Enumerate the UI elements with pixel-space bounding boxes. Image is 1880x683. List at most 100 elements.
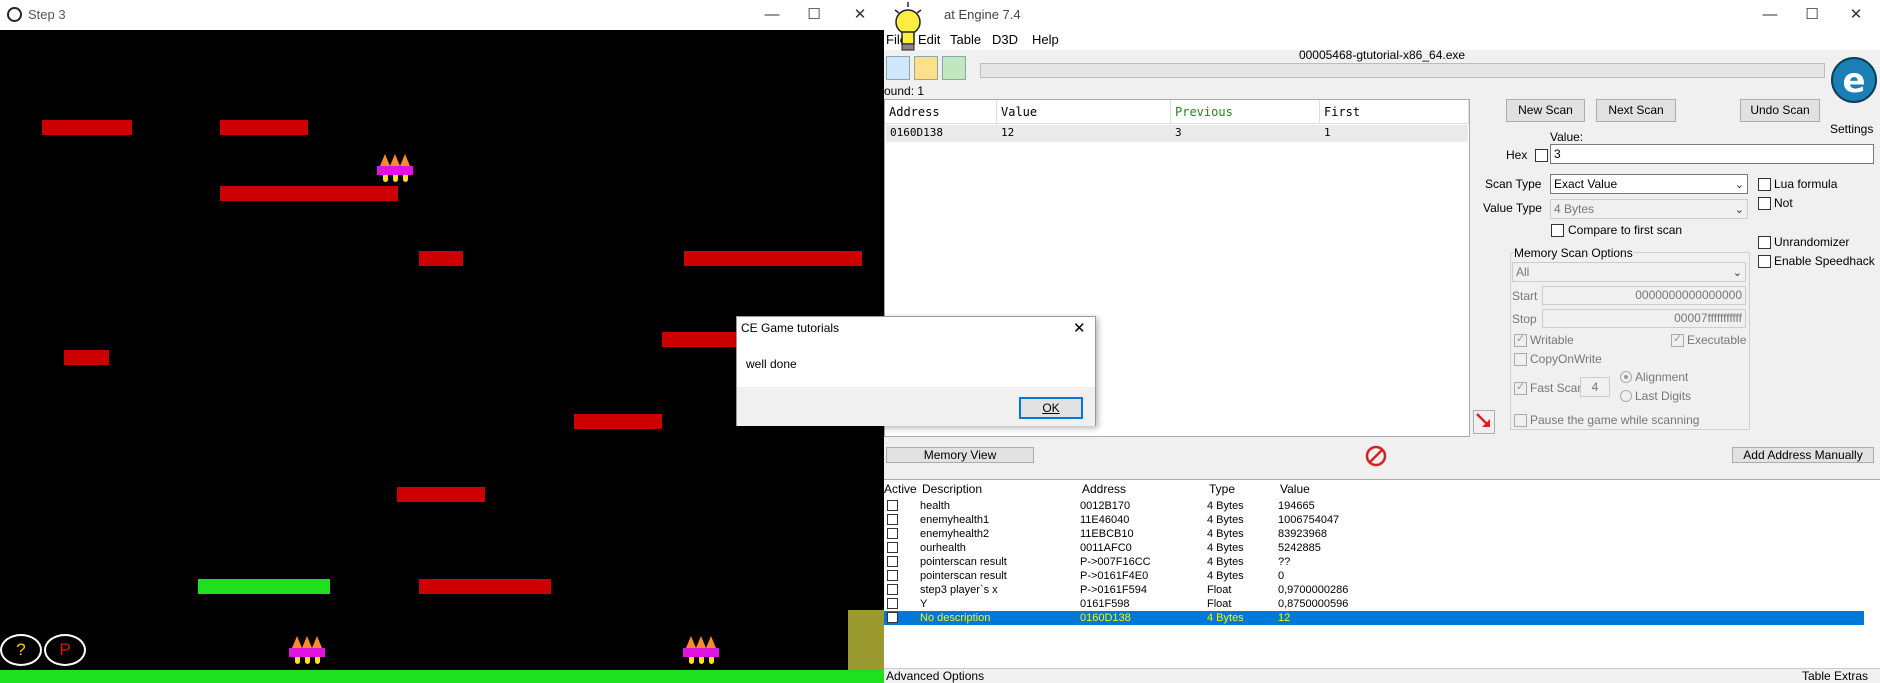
active-checkbox[interactable] [887,514,898,525]
result-row[interactable]: 0160D138 12 3 1 [886,125,1468,142]
pause-game-label: Pause the game while scanning [1530,413,1700,427]
address-row-selected[interactable]: No description 0160D138 4 Bytes 12 [884,611,1864,625]
add-to-list-arrow-button[interactable] [1473,410,1495,434]
speedhack-checkbox[interactable] [1758,255,1771,268]
speedhack-label: Enable Speedhack [1774,254,1875,268]
active-checkbox[interactable] [887,556,898,567]
minimize-icon[interactable]: — [750,2,794,28]
address-row[interactable]: ourhealth 0011AFC0 4 Bytes 5242885 [884,541,1864,555]
writable-checkbox[interactable] [1514,332,1527,347]
row-description: No description [920,612,991,624]
chevron-down-icon: ⌄ [1734,204,1744,216]
active-checkbox[interactable] [887,500,898,511]
compare-first-checkbox[interactable] [1551,224,1564,237]
result-first: 1 [1324,126,1331,139]
game-window-title: Step 3 [28,7,66,22]
last-digits-radio[interactable] [1620,390,1632,402]
unrandomizer-label: Unrandomizer [1774,235,1850,249]
menu-table[interactable]: Table [950,32,981,47]
fast-scan-input[interactable]: 4 [1580,377,1610,397]
address-list[interactable]: Active Description Address Type Value he… [884,479,1880,668]
menu-bar: File Edit Table D3D Help [884,30,1880,50]
row-value: 5242885 [1278,542,1321,554]
open-process-icon[interactable] [886,56,910,80]
exit-door [848,610,884,670]
row-description: pointerscan result [920,556,1007,568]
maximize-icon[interactable]: ☐ [792,2,836,28]
menu-d3d[interactable]: D3D [992,32,1018,47]
arrow-down-right-icon [1476,413,1490,427]
active-checkbox[interactable] [887,612,898,623]
pause-game-checkbox[interactable] [1514,414,1527,427]
scan-type-label: Scan Type [1485,177,1542,191]
scan-type-select[interactable]: Exact Value ⌄ [1550,174,1748,194]
address-row[interactable]: enemyhealth2 11EBCB10 4 Bytes 83923968 [884,527,1864,541]
address-row[interactable]: Y 0161F598 Float 0,8750000596 [884,597,1864,611]
column-type[interactable]: Type [1209,482,1235,496]
undo-scan-button[interactable]: Undo Scan [1740,99,1820,122]
column-address[interactable]: Address [1082,482,1126,496]
open-file-icon[interactable] [914,56,938,80]
column-active[interactable]: Active [884,482,917,496]
ce-title-bar[interactable]: at Engine 7.4 — ☐ ✕ [884,0,1880,30]
address-row[interactable]: health 0012B170 4 Bytes 194665 [884,499,1864,513]
not-label: Not [1774,196,1793,210]
ok-button[interactable]: OK [1019,397,1083,419]
close-icon[interactable]: ✕ [838,2,882,28]
settings-link[interactable]: Settings [1830,122,1873,136]
column-address[interactable]: Address [885,100,997,124]
copy-on-write-checkbox[interactable] [1514,353,1527,366]
row-value: 12 [1278,612,1291,624]
not-checkbox[interactable] [1758,197,1771,210]
unrandomizer-checkbox[interactable] [1758,236,1771,249]
cheat-engine-logo-icon[interactable]: e [1830,52,1878,116]
minimize-icon[interactable]: — [1748,2,1792,28]
active-checkbox[interactable] [887,528,898,539]
pause-button[interactable]: P [44,634,86,666]
lua-formula-label: Lua formula [1774,177,1838,191]
close-icon[interactable]: ✕ [1834,2,1878,28]
executable-checkbox[interactable] [1671,332,1684,347]
address-row[interactable]: step3 player`s x P->0161F594 Float 0,970… [884,583,1864,597]
column-first[interactable]: First [1320,100,1469,124]
address-row[interactable]: pointerscan result P->007F16CC 4 Bytes ?… [884,555,1864,569]
active-checkbox[interactable] [887,584,898,595]
fast-scan-checkbox[interactable] [1514,380,1527,395]
memory-view-button[interactable]: Memory View [886,447,1034,463]
maximize-icon[interactable]: ☐ [1790,2,1834,28]
alignment-radio[interactable] [1620,371,1632,383]
column-description[interactable]: Description [922,482,982,496]
address-row[interactable]: pointerscan result P->0161F4E0 4 Bytes 0 [884,569,1864,583]
column-previous[interactable]: Previous [1171,100,1320,124]
hex-checkbox[interactable] [1535,149,1548,162]
value-type-value: 4 Bytes [1554,202,1595,216]
row-value: 0 [1278,570,1285,582]
column-value[interactable]: Value [1280,482,1310,496]
active-checkbox[interactable] [887,570,898,581]
menu-help[interactable]: Help [1032,32,1059,47]
value-type-select[interactable]: 4 Bytes ⌄ [1550,199,1748,219]
address-row[interactable]: enemyhealth1 11E46040 4 Bytes 1006754047 [884,513,1864,527]
lua-formula-checkbox[interactable] [1758,178,1771,191]
game-title-bar[interactable]: Step 3 — ☐ ✕ [0,0,884,30]
new-scan-button[interactable]: New Scan [1506,99,1585,122]
alignment-label: Alignment [1635,370,1689,384]
close-icon[interactable]: ✕ [1073,319,1086,337]
add-address-manually-button[interactable]: Add Address Manually [1732,447,1874,463]
start-address-input[interactable]: 0000000000000000 [1542,286,1746,305]
stop-sign-icon[interactable] [1364,444,1388,468]
column-value[interactable]: Value [997,100,1171,124]
advanced-options-link[interactable]: Advanced Options [886,669,984,683]
region-select[interactable]: All ⌄ [1512,262,1746,282]
active-checkbox[interactable] [887,598,898,609]
next-scan-button[interactable]: Next Scan [1596,99,1676,122]
value-input[interactable]: 3 [1550,144,1874,164]
row-type: 4 Bytes [1207,500,1244,512]
stop-address-input[interactable]: 00007fffffffffff [1542,309,1746,328]
red-platform [419,251,463,266]
help-button[interactable]: ? [0,634,42,666]
save-icon[interactable] [942,56,966,80]
active-checkbox[interactable] [887,542,898,553]
table-extras-link[interactable]: Table Extras [1802,669,1868,683]
row-description: step3 player`s x [920,584,998,596]
